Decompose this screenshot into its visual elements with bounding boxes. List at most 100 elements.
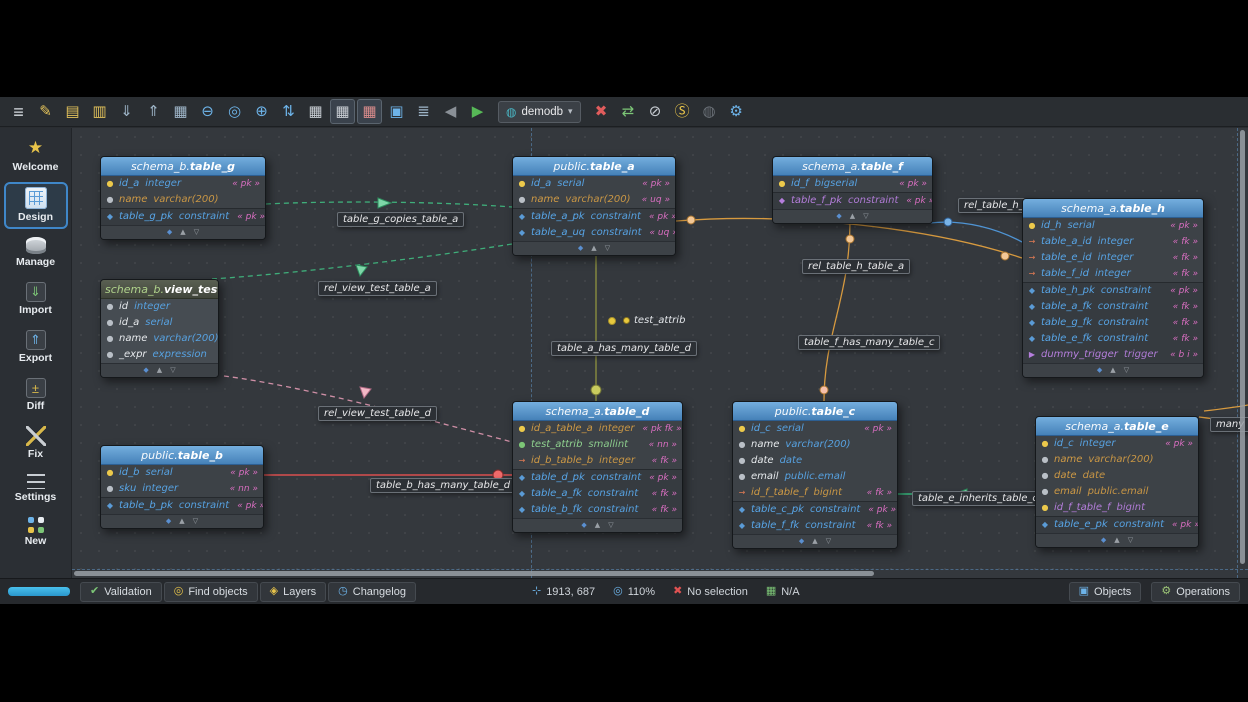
collapse-diamond-icon[interactable]: ◆ [167,228,172,236]
save-model-button[interactable]: ▥ [87,99,112,124]
table-row[interactable]: ◆table_a_fkconstraint« fk » [513,486,682,502]
table-row[interactable]: ◆table_h_pkconstraint« pk » [1023,282,1203,299]
sidebar-item-design[interactable]: Design [4,182,68,229]
table-header[interactable]: schema_b.view_test [101,280,218,299]
zoom-normal-button[interactable]: ◎ [222,99,247,124]
arrange-objects-button[interactable]: ⇅ [276,99,301,124]
table-row[interactable]: ●datedate [733,453,897,469]
table-row[interactable]: →id_b_table_binteger« fk » [513,453,682,469]
collapse-diamond-icon[interactable]: ◆ [581,521,586,529]
changelog-button[interactable]: ⊘ [643,99,668,124]
new-model-button[interactable]: ✎ [33,99,58,124]
table-row[interactable]: ●id_a_table_ainteger« pk fk » [513,421,682,437]
align-to-grid-button[interactable]: ▦ [330,99,355,124]
table-row[interactable]: ◆table_f_pkconstraint« pk » [773,192,932,209]
expand-up-icon[interactable]: ▲ [812,537,817,545]
sidebar-item-manage[interactable]: Manage [4,232,68,274]
changelog-tab[interactable]: ◷Changelog [328,582,416,602]
table-row[interactable]: ●idinteger [101,299,218,315]
expand-up-icon[interactable]: ▲ [180,228,185,236]
expand-down-icon[interactable]: ▽ [1124,366,1129,374]
validation-tab[interactable]: ✔Validation [80,582,162,602]
operations-panel-button[interactable]: ⚙Operations [1151,582,1240,602]
table-row[interactable]: ●id_aserial [101,315,218,331]
open-model-button[interactable]: ▤ [60,99,85,124]
table-row[interactable]: ●namevarchar(200) [101,192,265,208]
next-model-button[interactable]: ▶ [465,99,490,124]
close-model-button[interactable]: ✖ [589,99,614,124]
er-table_b[interactable]: public.table_b●id_bserial« pk »●skuinteg… [100,445,264,529]
er-table_h[interactable]: schema_a.table_h●id_hserial« pk »→table_… [1022,198,1204,378]
collapse-diamond-icon[interactable]: ◆ [799,537,804,545]
table-row[interactable]: →table_e_idinteger« fk » [1023,250,1203,266]
horizontal-scrollbar[interactable] [74,571,874,576]
table-row[interactable]: ◆table_e_fkconstraint« fk » [1023,331,1203,347]
database-selector[interactable]: ◍ demodb ▾ [498,101,581,123]
collapse-diamond-icon[interactable]: ◆ [143,366,148,374]
table-header[interactable]: schema_b.table_g [101,157,265,176]
table-row[interactable]: ◆table_d_pkconstraint« pk » [513,469,682,486]
table-header[interactable]: public.table_b [101,446,263,465]
table-row[interactable]: ▶dummy_triggertrigger« b i » [1023,347,1203,363]
table-row[interactable]: ◆table_g_pkconstraint« pk » [101,208,265,225]
vertical-scrollbar[interactable] [1240,130,1245,564]
table-row[interactable]: ●emailpublic.email [733,469,897,485]
table-row[interactable]: ●namevarchar(200)« uq » [513,192,675,208]
collapse-diamond-icon[interactable]: ◆ [578,244,583,252]
table-row[interactable]: ◆table_a_uqconstraint« uq » [513,225,675,241]
import-button[interactable]: ⇓ [114,99,139,124]
expand-up-icon[interactable]: ▲ [157,366,162,374]
table-header[interactable]: schema_a.table_f [773,157,932,176]
zoom-out-button[interactable]: ⊖ [195,99,220,124]
expand-up-icon[interactable]: ▲ [1114,536,1119,544]
zoom-in-button[interactable]: ⊕ [249,99,274,124]
collapse-diamond-icon[interactable]: ◆ [836,212,841,220]
table-row[interactable]: ◆table_g_fkconstraint« fk » [1023,315,1203,331]
table-header[interactable]: public.table_c [733,402,897,421]
table-header[interactable]: public.table_a [513,157,675,176]
table-row[interactable]: ●datedate [1036,468,1198,484]
table-row[interactable]: ◆table_e_pkconstraint« pk » [1036,516,1198,533]
table-row[interactable]: ◆table_c_pkconstraint« pk » [733,501,897,518]
table-row[interactable]: ●id_hserial« pk » [1023,218,1203,234]
compact-view-button[interactable]: ▣ [384,99,409,124]
table-row[interactable]: ●emailpublic.email [1036,484,1198,500]
table-row[interactable]: ●namevarchar(200) [1036,452,1198,468]
expand-up-icon[interactable]: ▲ [850,212,855,220]
table-row[interactable]: ●id_aserial« pk » [513,176,675,192]
expand-down-icon[interactable]: ▽ [863,212,868,220]
sidebar-item-new[interactable]: New [4,512,68,553]
sidebar-item-import[interactable]: ⇓Import [4,277,68,322]
expand-down-icon[interactable]: ▽ [193,517,198,525]
page-delimiters-button[interactable]: ▦ [357,99,382,124]
expand-up-icon[interactable]: ▲ [591,244,596,252]
objects-panel-button[interactable]: ▣Objects [1069,582,1142,602]
expand-down-icon[interactable]: ▽ [826,537,831,545]
table-row[interactable]: ●id_f_table_fbigint [1036,500,1198,516]
table-row[interactable]: ●id_cserial« pk » [733,421,897,437]
donate-button[interactable]: ◍ [697,99,722,124]
expand-up-icon[interactable]: ▲ [595,521,600,529]
find-objects-tab[interactable]: ◎Find objects [164,582,258,602]
table-row[interactable]: ◆table_f_fkconstraint« fk » [733,518,897,534]
table-row[interactable]: ●_exprexpression [101,347,218,363]
show-grid-button[interactable]: ▦ [303,99,328,124]
er-table_g[interactable]: schema_b.table_g●id_ainteger« pk »●namev… [100,156,266,240]
sidebar-item-fix[interactable]: Fix [4,421,68,466]
collapse-diamond-icon[interactable]: ◆ [1097,366,1102,374]
table-row[interactable]: ●id_cinteger« pk » [1036,436,1198,452]
table-row[interactable]: ●skuinteger« nn » [101,481,263,497]
export-button[interactable]: ⇑ [141,99,166,124]
table-row[interactable]: ●namevarchar(200) [733,437,897,453]
previous-model-button[interactable]: ◀ [438,99,463,124]
layers-config-button[interactable]: ≣ [411,99,436,124]
er-table_e[interactable]: schema_a.table_e●id_cinteger« pk »●namev… [1035,416,1199,548]
table-row[interactable]: ●id_ainteger« pk » [101,176,265,192]
table-row[interactable]: →id_f_table_fbigint« fk » [733,485,897,501]
table-row[interactable]: ●namevarchar(200) [101,331,218,347]
table-row[interactable]: →table_f_idinteger« fk » [1023,266,1203,282]
expand-down-icon[interactable]: ▽ [608,521,613,529]
menu-button[interactable]: ≡ [6,99,31,124]
expand-up-icon[interactable]: ▲ [179,517,184,525]
expand-down-icon[interactable]: ▽ [194,228,199,236]
